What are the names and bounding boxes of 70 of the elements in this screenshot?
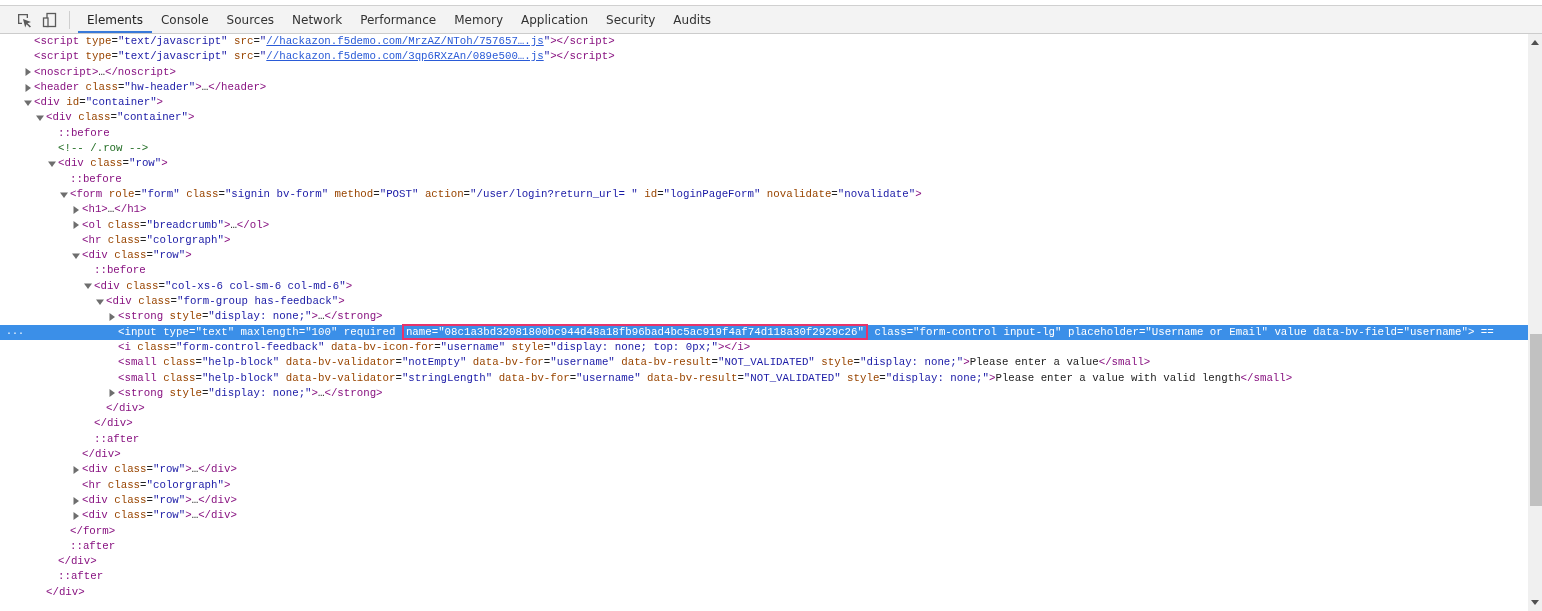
code-line[interactable]: <hr class="colorgraph"> [82, 477, 231, 493]
code-line[interactable]: <div class="col-xs-6 col-sm-6 col-md-6"> [94, 278, 353, 295]
caret-right-icon[interactable] [108, 313, 116, 321]
code-line[interactable]: ::before [70, 171, 122, 187]
code-line[interactable]: </div> [46, 584, 85, 600]
panel-tab[interactable]: Application [512, 6, 598, 33]
code-line[interactable]: <div class="row"> [58, 156, 168, 172]
inspect-icon[interactable] [16, 11, 32, 28]
code-line[interactable]: <div class="row">…</div> [82, 508, 237, 524]
panel-tab[interactable]: Elements [78, 6, 152, 33]
panel-tab[interactable]: Memory [445, 6, 512, 33]
caret-right-icon[interactable] [72, 496, 80, 505]
link[interactable]: //hackazon.f5demo.com/MrzAZ/NToh/757657….js [266, 35, 544, 47]
code-line[interactable]: <small class="help-block" data-bv-validator="stringLength" data-bv-for="username" data-bv-result="NOT_VALIDATED" style="display: none;">Please enter a value with valid length</small> [118, 370, 1293, 386]
caret-right-icon[interactable] [72, 511, 80, 520]
caret-down-icon[interactable] [48, 160, 56, 168]
code-line[interactable]: <i class="form-control-feedback" data-bv-icon-for="username" style="display: none; top: 0px;"></i> [118, 339, 751, 356]
panel-tab[interactable]: Network [283, 6, 352, 33]
highlight-box: name="08c1a3bd32081800bc944d48a18fb96bad4bc5ac919f4af74d118a30f2929c26" [401, 323, 868, 340]
scroll-up-icon[interactable] [1531, 40, 1539, 45]
code-line[interactable]: </form> [70, 523, 116, 539]
code-line[interactable]: <script type="text/javascript" src="//hackazon.f5demo.com/MrzAZ/NToh/757657….js"></script> [34, 34, 615, 50]
code-line[interactable]: <div class="form-group has-feedback"> [106, 294, 345, 310]
code-line[interactable]: <strong style="display: none;">…</strong> [118, 309, 383, 325]
code-line[interactable]: </div> [58, 554, 97, 570]
code-line[interactable]: <div class="container"> [46, 110, 195, 126]
code-line[interactable]: ::before [58, 125, 110, 142]
code-line[interactable]: <script type="text/javascript" src="//hackazon.f5demo.com/3qp6RXzAn/089e500….js"></script> [34, 49, 615, 65]
device-icon[interactable] [42, 11, 58, 28]
code-line[interactable]: </div> [106, 401, 145, 417]
caret-right-icon[interactable] [72, 205, 80, 214]
code-line[interactable]: <small class="help-block" data-bv-validator="notEmpty" data-bv-for="username" data-bv-result="NOT_VALIDATED" style="display: none;">Please enter a value</small> [118, 355, 1151, 371]
code-line[interactable]: <div id="container"> [34, 95, 164, 111]
code-line[interactable]: ::after [94, 431, 140, 447]
caret-right-icon[interactable] [24, 83, 32, 92]
code-line[interactable]: <div class="row">…</div> [82, 462, 237, 478]
code-line[interactable]: <hr class="colorgraph"> [82, 232, 231, 249]
scroll-down-icon[interactable] [1531, 600, 1539, 605]
link[interactable]: //hackazon.f5demo.com/3qp6RXzAn/089e500….js [266, 50, 544, 63]
caret-right-icon[interactable] [72, 221, 80, 230]
code-line[interactable]: <!-- /.row --> [58, 141, 149, 157]
panel-tab[interactable]: Performance [351, 6, 446, 33]
caret-right-icon[interactable] [108, 389, 116, 398]
panel-tab[interactable]: Security [597, 6, 665, 33]
caret-down-icon[interactable] [96, 297, 104, 306]
code-line[interactable]: ::before [94, 263, 146, 279]
caret-down-icon[interactable] [60, 190, 68, 199]
scrollbar-thumb[interactable] [1530, 334, 1542, 506]
code-line[interactable]: <strong style="display: none;">…</strong> [118, 385, 383, 402]
caret-down-icon[interactable] [72, 251, 80, 260]
caret-right-icon[interactable] [72, 465, 80, 474]
code-line[interactable]: </div> [94, 416, 133, 432]
code-line[interactable]: <ol class="breadcrumb">…</ol> [82, 217, 270, 233]
code-line[interactable]: </div> [82, 447, 121, 463]
panel-tab[interactable]: Sources [217, 6, 284, 33]
code-line[interactable]: <div class="row">…</div> [82, 492, 237, 509]
caret-down-icon[interactable] [36, 114, 44, 123]
code-line[interactable]: ::after [58, 569, 104, 585]
code-line[interactable]: <h1>…</h1> [82, 202, 147, 218]
code-line[interactable]: <noscript>…</noscript> [34, 64, 176, 80]
scrollbar[interactable] [1528, 34, 1542, 611]
caret-down-icon[interactable] [84, 282, 92, 291]
code-line[interactable]: ::after [70, 538, 116, 555]
code-line[interactable]: <form role="form" class="signin bv-form" method="POST" action="/user/login?return_url= " id="loginPageForm" novalidate="novalidate"> [70, 186, 922, 203]
caret-right-icon[interactable] [24, 68, 32, 77]
code-line[interactable]: <div class="row"> [82, 248, 192, 264]
panel-tab[interactable]: Console [151, 6, 218, 33]
code-line[interactable]: <header class="hw-header">…</header> [34, 79, 267, 96]
panel-tab[interactable]: Audits [664, 6, 721, 33]
caret-down-icon[interactable] [24, 98, 32, 107]
